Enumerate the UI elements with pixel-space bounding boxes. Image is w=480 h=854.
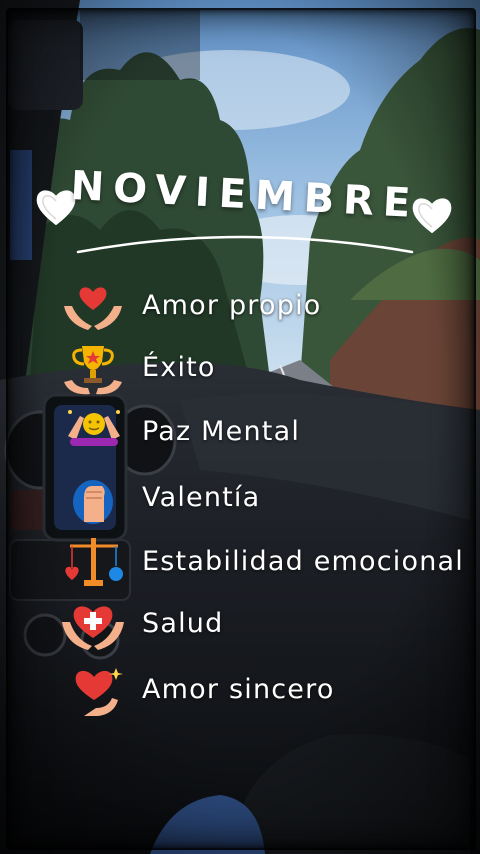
list-item: Amor sincero	[58, 664, 468, 718]
heart-in-hands-icon	[64, 287, 122, 330]
list-item-label: Amor propio	[142, 290, 322, 321]
page-title: NOVIEMBRE	[69, 162, 421, 228]
list-item-label: Estabilidad emocional	[142, 546, 464, 577]
sparkling-heart-icon	[75, 668, 123, 716]
list-item-label: Paz Mental	[142, 416, 301, 447]
health-heart-icon	[62, 606, 124, 650]
list-item: Salud	[58, 598, 468, 652]
list-item-label: Amor sincero	[142, 674, 335, 705]
list-item: Estabilidad emocional	[58, 536, 468, 590]
title-underline	[76, 235, 414, 254]
raised-fist-icon	[73, 480, 113, 524]
list-item-label: Valentía	[142, 482, 261, 513]
meditation-icon	[68, 410, 120, 446]
list-item: Valentía	[58, 472, 468, 526]
title-block: NOVIEMBRE	[30, 150, 460, 260]
balance-scale-icon	[65, 538, 123, 586]
list-item-label: Éxito	[142, 352, 216, 383]
list-item: Amor propio	[58, 280, 468, 334]
trophy-icon	[64, 346, 122, 395]
list-item-label: Salud	[142, 608, 224, 639]
list-item: Paz Mental	[58, 406, 468, 460]
list-item: Éxito	[58, 342, 468, 396]
